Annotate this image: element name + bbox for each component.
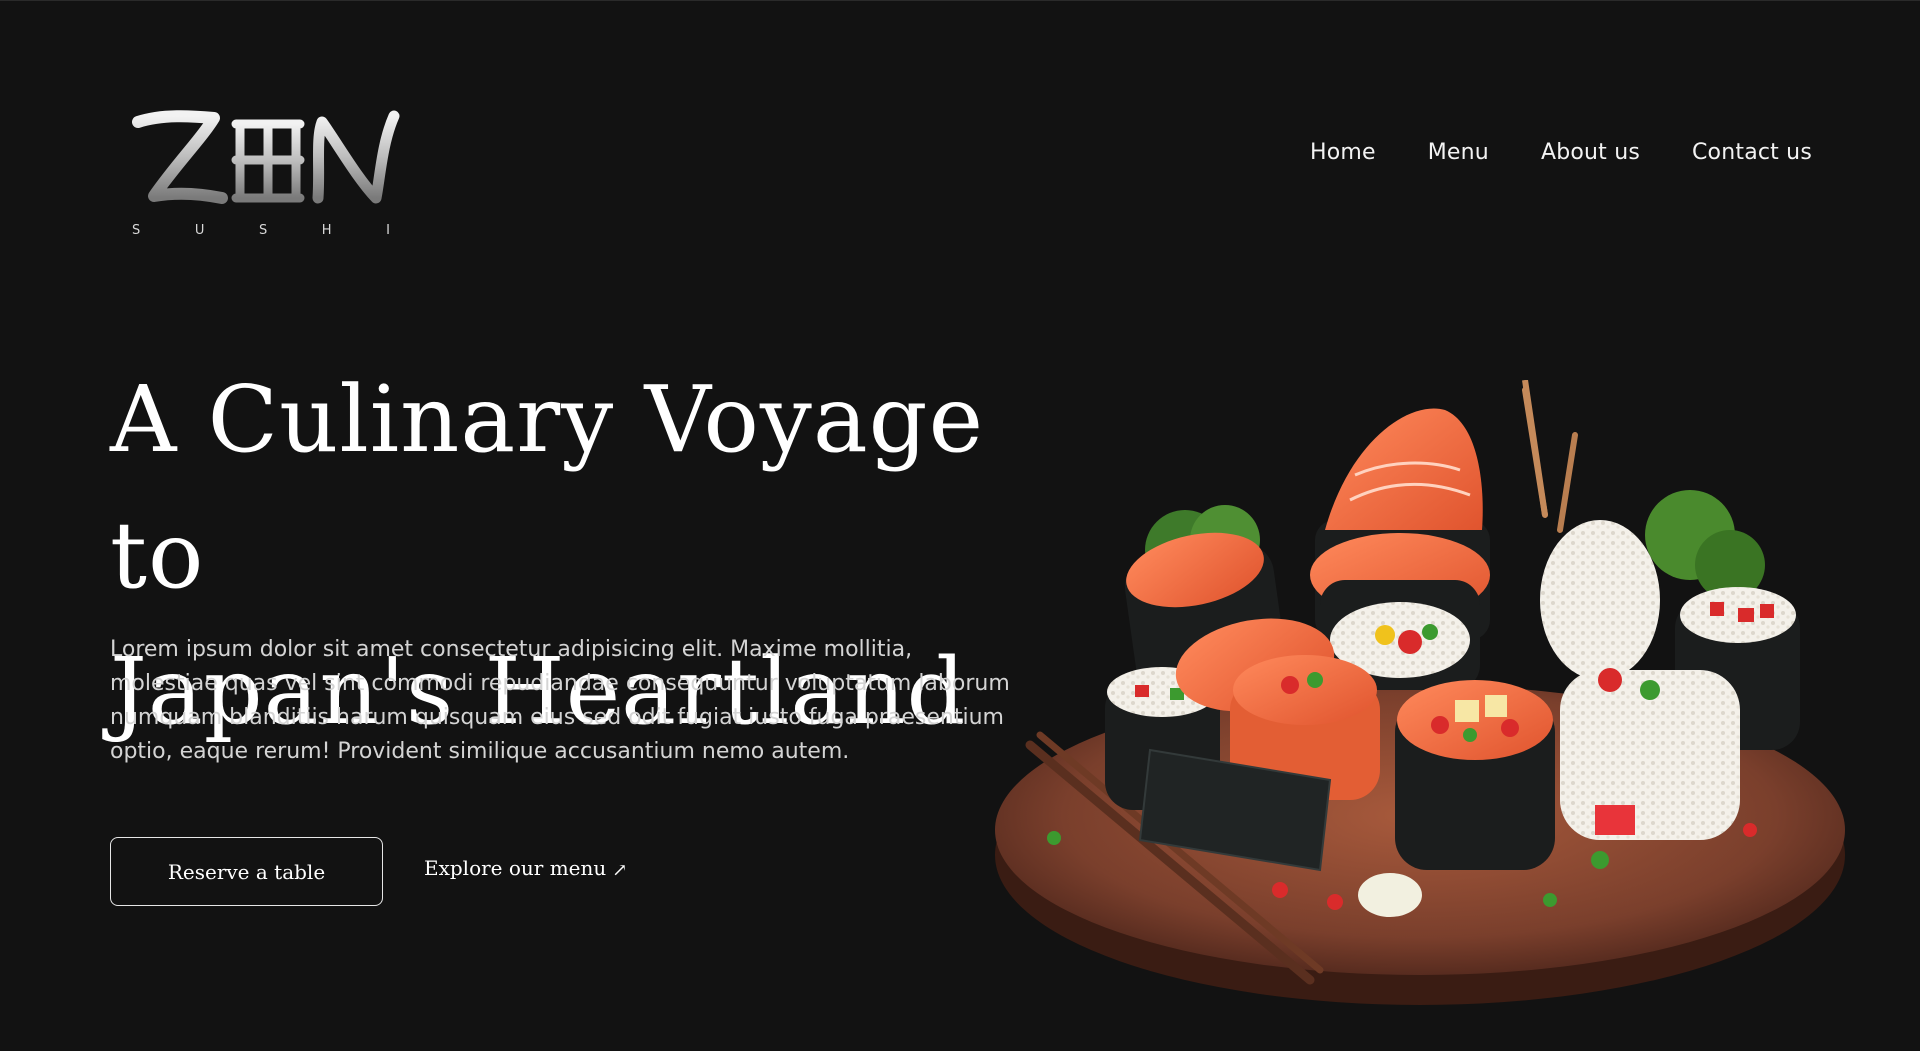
hero-description-line: optio, eaque rerum! Provident similique … bbox=[110, 739, 850, 764]
nav-contact-us[interactable]: Contact us bbox=[1692, 140, 1812, 165]
hero-description-line: numquam blanditiis harum quisquam eius s… bbox=[110, 705, 1004, 730]
hero-description: Lorem ipsum dolor sit amet consectetur a… bbox=[110, 633, 1040, 769]
zen-sushi-logo[interactable]: S U S H I bbox=[132, 108, 412, 238]
hero-description-line: Lorem ipsum dolor sit amet consectetur a… bbox=[110, 637, 913, 662]
nav-menu[interactable]: Menu bbox=[1428, 140, 1489, 165]
logo-letter: I bbox=[386, 223, 392, 238]
logo-mark bbox=[132, 110, 400, 204]
explore-menu-label: Explore our menu bbox=[424, 856, 607, 880]
explore-menu-link[interactable]: Explore our menu ↗ bbox=[424, 856, 628, 881]
hero-title-line: A Culinary Voyage to bbox=[110, 366, 985, 609]
logo-subtext: S U S H I bbox=[132, 223, 392, 238]
logo-letter: U bbox=[194, 223, 207, 238]
sushi-platter-image bbox=[995, 380, 1845, 1005]
reserve-table-button[interactable]: Reserve a table bbox=[110, 837, 383, 906]
logo-letter: H bbox=[321, 223, 334, 238]
arrow-up-right-icon: ↗ bbox=[612, 859, 628, 881]
hero-description-line: molestiae quas vel sint commodi repudian… bbox=[110, 671, 1010, 696]
nav-about-us[interactable]: About us bbox=[1541, 140, 1640, 165]
nav-home[interactable]: Home bbox=[1310, 140, 1376, 165]
logo-letter: S bbox=[132, 223, 143, 238]
logo-letter: S bbox=[258, 223, 270, 238]
main-nav: Home Menu About us Contact us bbox=[1310, 140, 1812, 165]
